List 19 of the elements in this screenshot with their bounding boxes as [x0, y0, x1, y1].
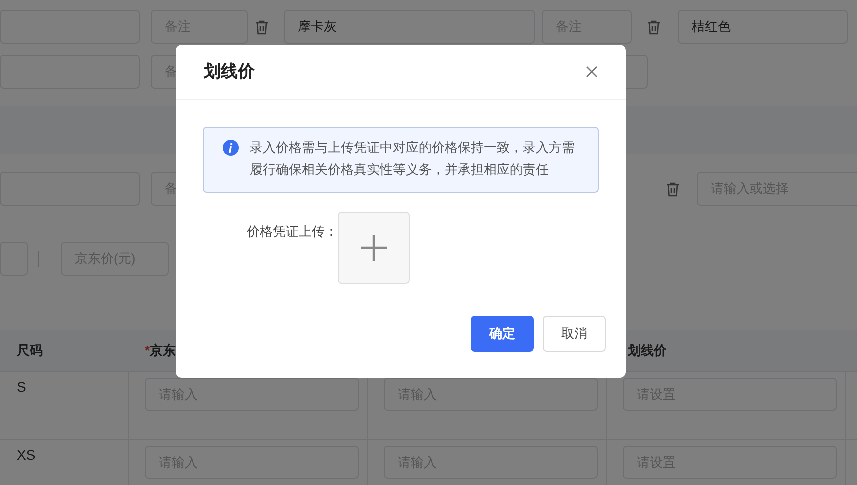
input-field[interactable]: 桔红色 — [678, 10, 848, 44]
trash-icon[interactable] — [647, 20, 661, 34]
upload-label: 价格凭证上传： — [246, 223, 338, 241]
info-icon — [223, 140, 239, 156]
column-header: 划线价 — [628, 342, 667, 358]
column-header: *京东 — [145, 342, 176, 358]
trash-icon[interactable] — [666, 182, 680, 196]
cancel-button[interactable]: 取消 — [543, 316, 606, 352]
confirm-button[interactable]: 确定 — [471, 316, 534, 352]
upload-button[interactable] — [338, 212, 410, 284]
input-field[interactable]: 摩卡灰 — [284, 10, 535, 44]
trash-icon[interactable] — [255, 20, 269, 34]
column-header: 尺码 — [17, 342, 43, 358]
dialog-title: 划线价 — [204, 61, 255, 84]
notice-text: 录入价格需与上传凭证中对应的价格保持一致，录入方需履行确保相关价格真实性等义务，并承担相应的责任 — [250, 139, 576, 179]
close-icon[interactable] — [586, 66, 598, 78]
plus-icon — [361, 235, 387, 261]
table-cell: S — [17, 379, 26, 395]
table-cell: XS — [17, 447, 36, 463]
